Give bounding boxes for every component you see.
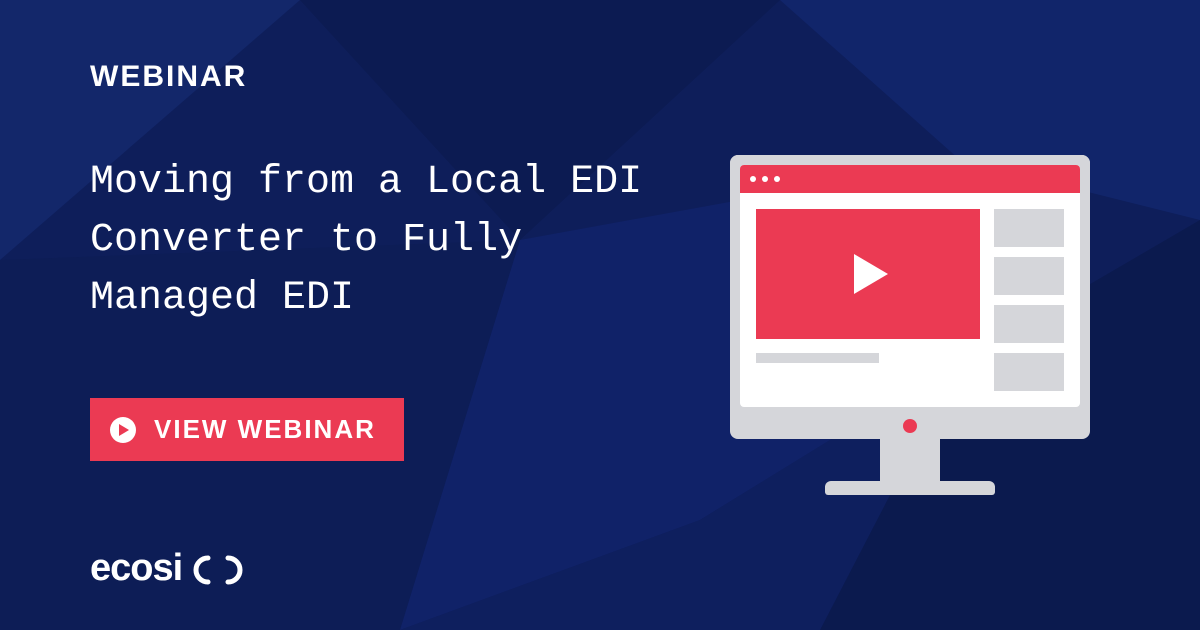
monitor-illustration (730, 155, 1090, 495)
window-dot-icon (750, 176, 756, 182)
monitor-neck (880, 439, 940, 481)
sidebar-thumb (994, 257, 1064, 295)
window-dot-icon (762, 176, 768, 182)
webcam-dot-icon (903, 419, 917, 433)
monitor-base (825, 481, 995, 495)
sidebar-thumb (994, 305, 1064, 343)
ecosio-logo: ecosi (90, 546, 700, 590)
play-icon (110, 417, 136, 443)
play-icon (854, 254, 888, 294)
browser-window (740, 165, 1080, 407)
view-webinar-button[interactable]: VIEW WEBINAR (90, 398, 404, 461)
eyebrow-label: WEBINAR (90, 60, 700, 94)
sidebar-thumb (994, 209, 1064, 247)
headline: Moving from a Local EDI Converter to Ful… (90, 154, 700, 328)
sidebar-thumb (994, 353, 1064, 391)
window-dot-icon (774, 176, 780, 182)
svg-text:ecosi: ecosi (90, 547, 182, 589)
browser-titlebar (740, 165, 1080, 193)
video-player (756, 209, 980, 339)
video-sidebar (994, 209, 1064, 391)
cta-label: VIEW WEBINAR (154, 414, 376, 445)
text-placeholder-bar (756, 353, 879, 363)
